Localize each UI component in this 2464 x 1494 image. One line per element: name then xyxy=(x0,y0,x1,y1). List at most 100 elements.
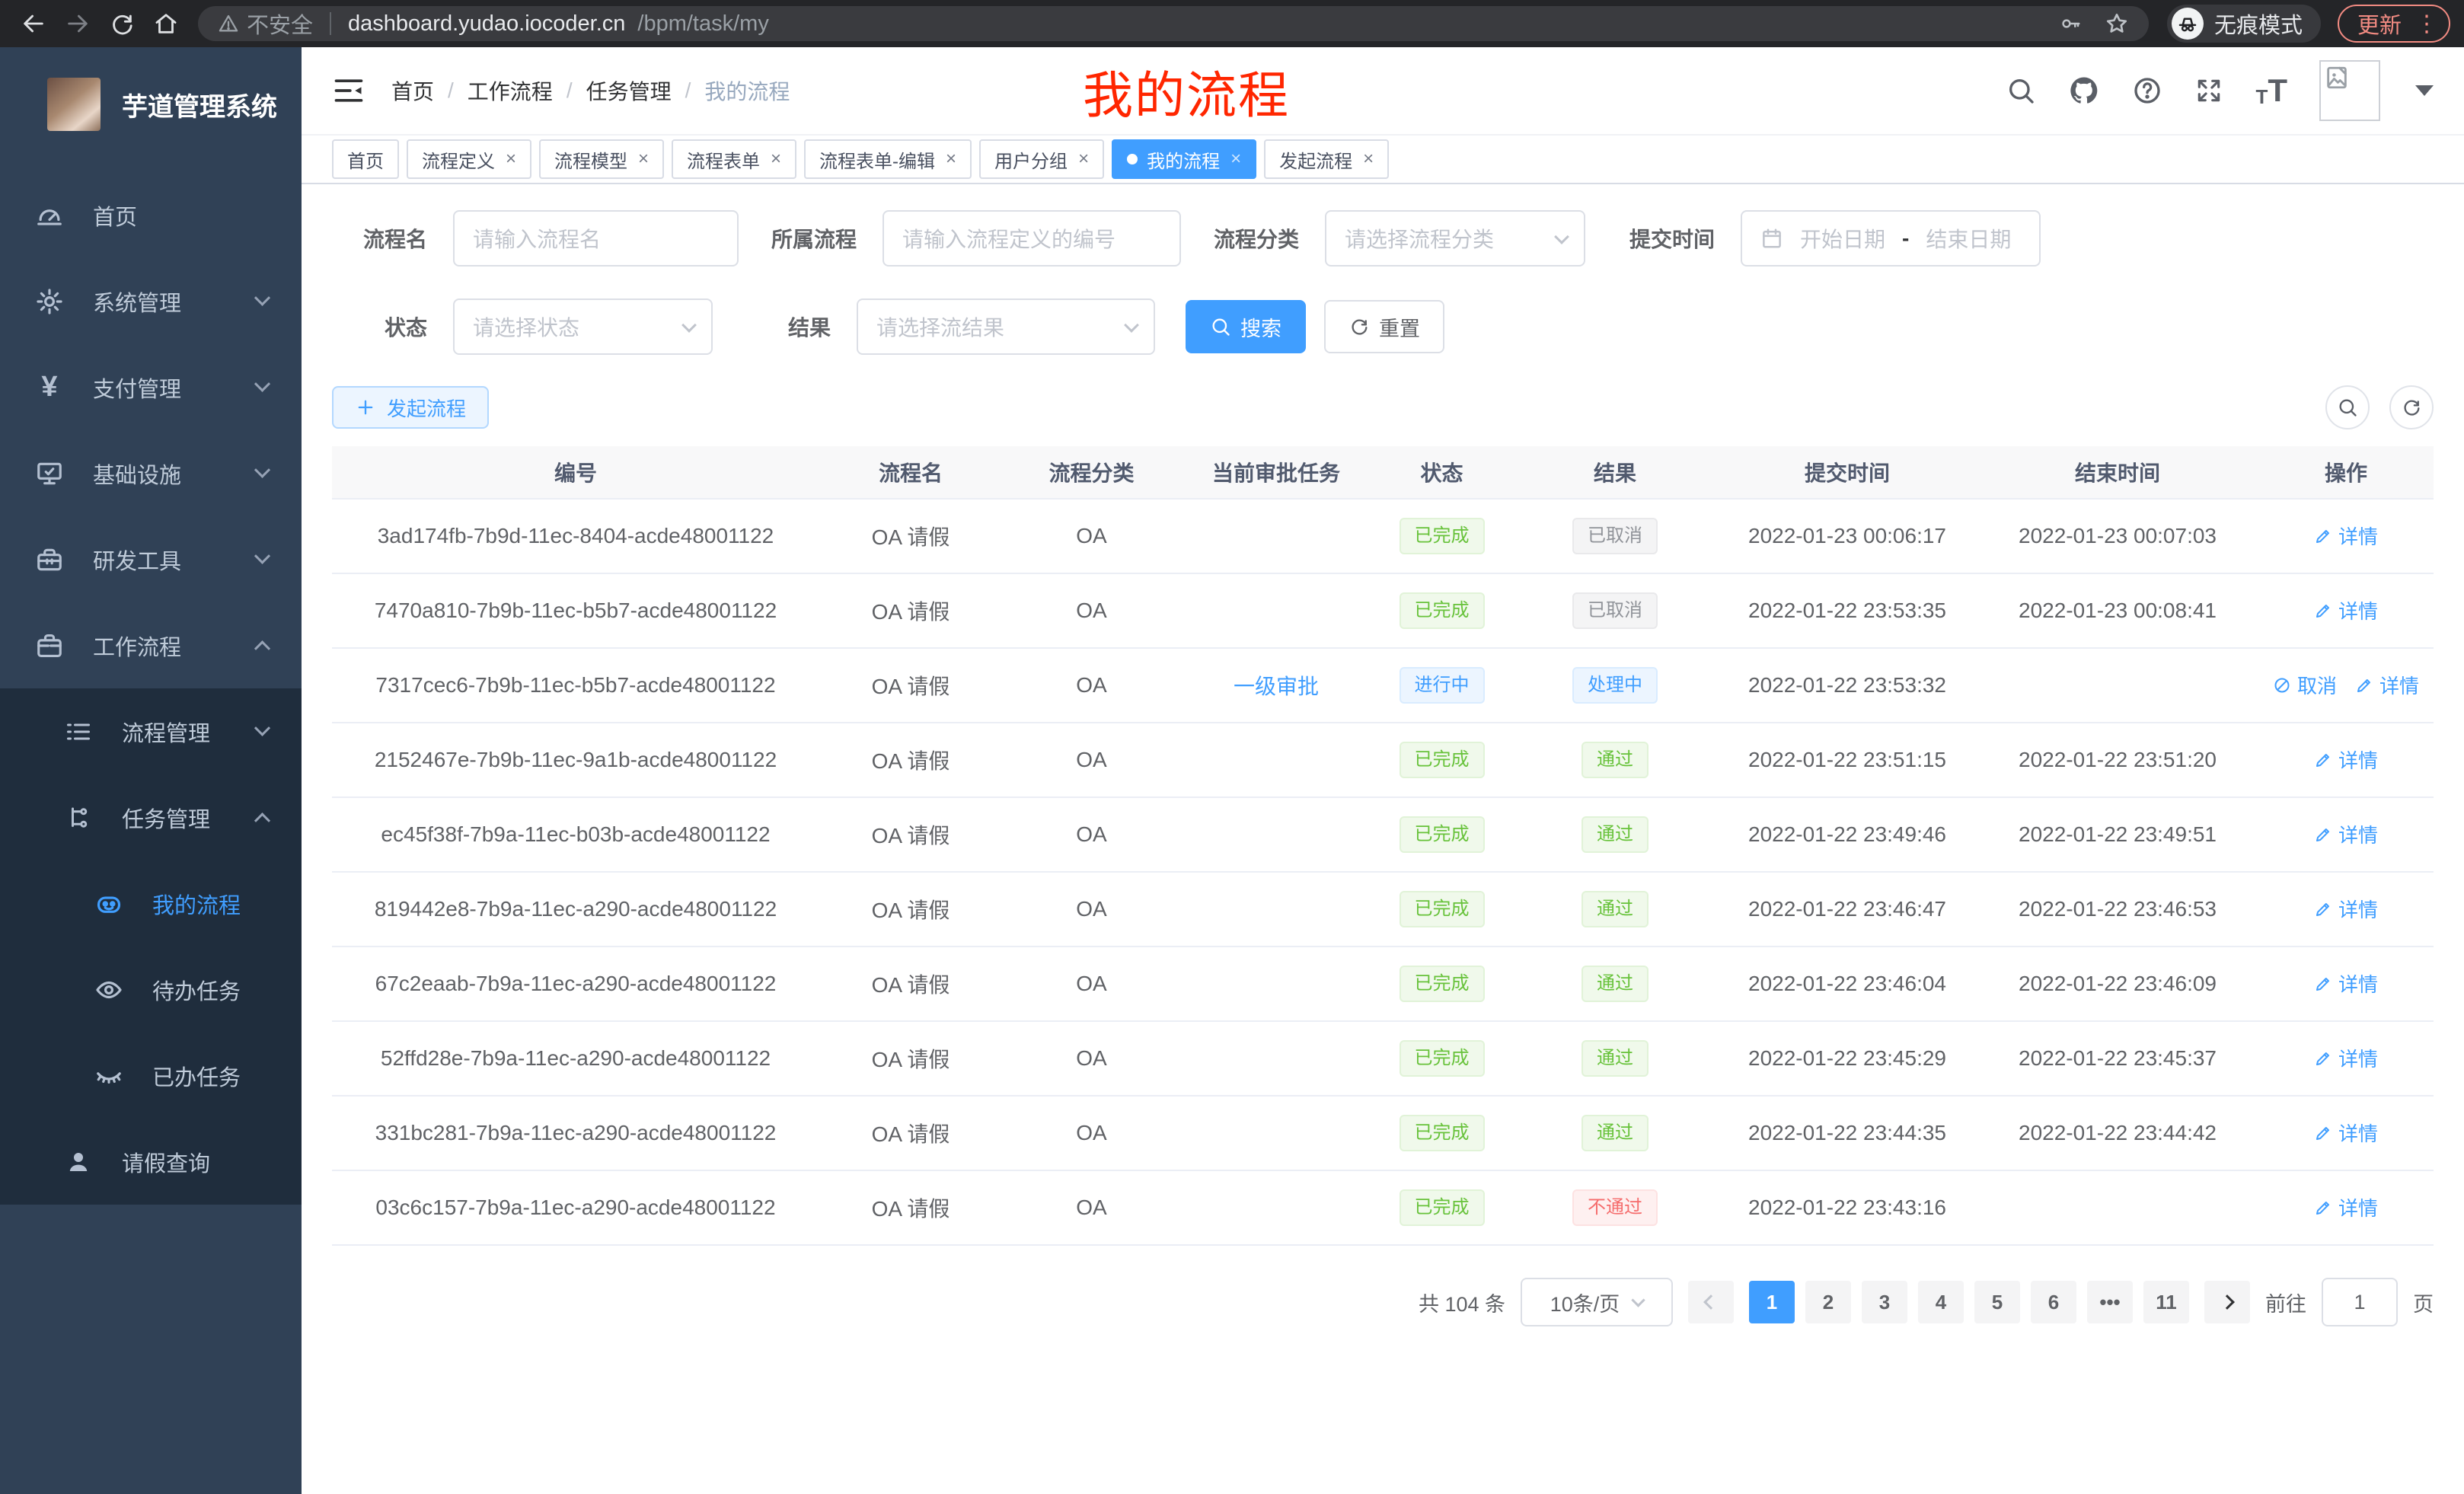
hamburger-icon[interactable] xyxy=(332,74,365,107)
goto-page-input[interactable] xyxy=(2322,1278,2398,1326)
close-icon[interactable]: × xyxy=(1363,148,1374,170)
sidebar-item-任务管理[interactable]: 任务管理 xyxy=(0,774,302,860)
page-button-11[interactable]: 11 xyxy=(2143,1281,2189,1323)
update-button[interactable]: 更新 ⋮ xyxy=(2338,5,2450,43)
detail-link[interactable]: 详情 xyxy=(2314,1119,2378,1147)
key-icon[interactable] xyxy=(2059,12,2082,35)
cell-submit-time: 2022-01-22 23:53:32 xyxy=(1718,673,1977,698)
placeholder: 请选择状态 xyxy=(473,311,579,342)
sidebar-item-流程管理[interactable]: 流程管理 xyxy=(0,688,302,774)
detail-link[interactable]: 详情 xyxy=(2355,671,2419,699)
prev-page-button[interactable] xyxy=(1688,1281,1734,1323)
process-def-input[interactable]: 请输入流程定义的编号 xyxy=(883,210,1181,267)
back-icon[interactable] xyxy=(14,4,53,43)
page-button-5[interactable]: 5 xyxy=(1974,1281,2020,1323)
app-logo[interactable]: 芋道管理系统 xyxy=(0,47,302,161)
chevron-down-icon xyxy=(1632,1293,1645,1307)
close-icon[interactable]: × xyxy=(771,148,781,170)
address-bar[interactable]: 不安全 dashboard.yudao.iocoder.cn/bpm/task/… xyxy=(198,6,2149,41)
avatar[interactable] xyxy=(2319,60,2380,121)
fullscreen-icon[interactable] xyxy=(2194,76,2223,105)
forward-icon[interactable] xyxy=(58,4,97,43)
bookmark-star-icon[interactable] xyxy=(2105,11,2129,36)
reset-button[interactable]: 重置 xyxy=(1324,300,1444,353)
tab-我的流程[interactable]: 我的流程× xyxy=(1112,139,1256,179)
close-icon[interactable]: × xyxy=(506,148,516,170)
sidebar-item-研发工具[interactable]: 研发工具 xyxy=(0,516,302,602)
status-select[interactable]: 请选择状态 xyxy=(453,298,713,355)
cell-id: 7470a810-7b9b-11ec-b5b7-acde48001122 xyxy=(332,599,819,623)
toggle-search-button[interactable] xyxy=(2325,385,2370,429)
table-row: 67c2eaab-7b9a-11ec-a290-acde48001122OA 请… xyxy=(332,947,2434,1022)
status-badge: 进行中 xyxy=(1400,667,1485,704)
page-button-6[interactable]: 6 xyxy=(2031,1281,2076,1323)
incognito-label: 无痕模式 xyxy=(2214,8,2303,40)
close-icon[interactable]: × xyxy=(1230,148,1241,170)
home-icon[interactable] xyxy=(146,4,186,43)
edit-icon xyxy=(2355,676,2373,694)
breadcrumb-home[interactable]: 首页 xyxy=(391,75,434,106)
sidebar-item-我的流程[interactable]: 我的流程 xyxy=(0,860,302,947)
page-button-4[interactable]: 4 xyxy=(1918,1281,1964,1323)
sidebar-item-基础设施[interactable]: 基础设施 xyxy=(0,430,302,516)
refresh-icon xyxy=(2401,397,2422,418)
detail-link[interactable]: 详情 xyxy=(2314,1193,2378,1221)
breadcrumb-task[interactable]: 任务管理 xyxy=(586,75,672,106)
font-size-icon[interactable]: TT xyxy=(2255,72,2287,109)
sidebar-item-请假查询[interactable]: 请假查询 xyxy=(0,1119,302,1205)
tab-流程表单[interactable]: 流程表单× xyxy=(672,139,796,179)
tab-用户分组[interactable]: 用户分组× xyxy=(979,139,1104,179)
detail-link[interactable]: 详情 xyxy=(2314,1044,2378,1072)
task-link[interactable]: 一级审批 xyxy=(1234,670,1319,701)
browser-menu-icon[interactable]: ⋮ xyxy=(2415,11,2438,37)
category-select[interactable]: 请选择流程分类 xyxy=(1325,210,1585,267)
tab-流程定义[interactable]: 流程定义× xyxy=(407,139,531,179)
sidebar-item-待办任务[interactable]: 待办任务 xyxy=(0,947,302,1033)
page-button-2[interactable]: 2 xyxy=(1805,1281,1851,1323)
create-process-label: 发起流程 xyxy=(387,394,466,422)
navbar: 首页 / 工作流程 / 任务管理 / 我的流程 我的流程 TT xyxy=(302,47,2464,134)
url-path: /bpm/task/my xyxy=(637,11,768,37)
result-select[interactable]: 请选择流结果 xyxy=(857,298,1155,355)
date-range-picker[interactable]: 开始日期 - 结束日期 xyxy=(1741,210,2041,267)
next-page-button[interactable] xyxy=(2204,1281,2250,1323)
tab-发起流程[interactable]: 发起流程× xyxy=(1264,139,1389,179)
search-icon[interactable] xyxy=(2006,75,2036,106)
breadcrumb-workflow[interactable]: 工作流程 xyxy=(468,75,553,106)
detail-link[interactable]: 详情 xyxy=(2314,522,2378,550)
cell-end-time: 2022-01-22 23:46:09 xyxy=(1977,972,2258,996)
close-icon[interactable]: × xyxy=(946,148,956,170)
cell-id: 3ad174fb-7b9d-11ec-8404-acde48001122 xyxy=(332,524,819,548)
sidebar-item-已办任务[interactable]: 已办任务 xyxy=(0,1033,302,1119)
close-icon[interactable]: × xyxy=(1078,148,1089,170)
cell-submit-time: 2022-01-22 23:43:16 xyxy=(1718,1196,1977,1220)
github-icon[interactable] xyxy=(2068,75,2100,107)
help-icon[interactable] xyxy=(2132,75,2162,106)
chevron-down-icon[interactable] xyxy=(2415,85,2434,96)
reload-icon[interactable] xyxy=(102,4,142,43)
detail-link[interactable]: 详情 xyxy=(2314,969,2378,998)
close-icon[interactable]: × xyxy=(638,148,649,170)
tab-流程表单-编辑[interactable]: 流程表单-编辑× xyxy=(804,139,972,179)
create-process-button[interactable]: 发起流程 xyxy=(332,386,489,429)
tab-首页[interactable]: 首页 xyxy=(332,139,399,179)
search-button[interactable]: 搜索 xyxy=(1186,300,1306,353)
cancel-link[interactable]: 取消 xyxy=(2273,671,2337,699)
more-pages-button[interactable]: ••• xyxy=(2087,1281,2133,1323)
cell-status: 进行中 xyxy=(1371,667,1512,704)
page-size-select[interactable]: 10条/页 xyxy=(1521,1278,1673,1326)
detail-link[interactable]: 详情 xyxy=(2314,820,2378,848)
tab-流程模型[interactable]: 流程模型× xyxy=(539,139,664,179)
page-button-1[interactable]: 1 xyxy=(1749,1281,1795,1323)
detail-link[interactable]: 详情 xyxy=(2314,596,2378,624)
process-name-input[interactable]: 请输入流程名 xyxy=(453,210,739,267)
page-button-3[interactable]: 3 xyxy=(1862,1281,1907,1323)
detail-link[interactable]: 详情 xyxy=(2314,745,2378,774)
detail-link[interactable]: 详情 xyxy=(2314,895,2378,923)
sidebar-item-支付管理[interactable]: ¥支付管理 xyxy=(0,344,302,430)
sidebar-item-系统管理[interactable]: 系统管理 xyxy=(0,258,302,344)
refresh-table-button[interactable] xyxy=(2389,385,2434,429)
sidebar-item-工作流程[interactable]: 工作流程 xyxy=(0,602,302,688)
sidebar-item-首页[interactable]: 首页 xyxy=(0,172,302,258)
cell-id: ec45f38f-7b9a-11ec-b03b-acde48001122 xyxy=(332,822,819,847)
